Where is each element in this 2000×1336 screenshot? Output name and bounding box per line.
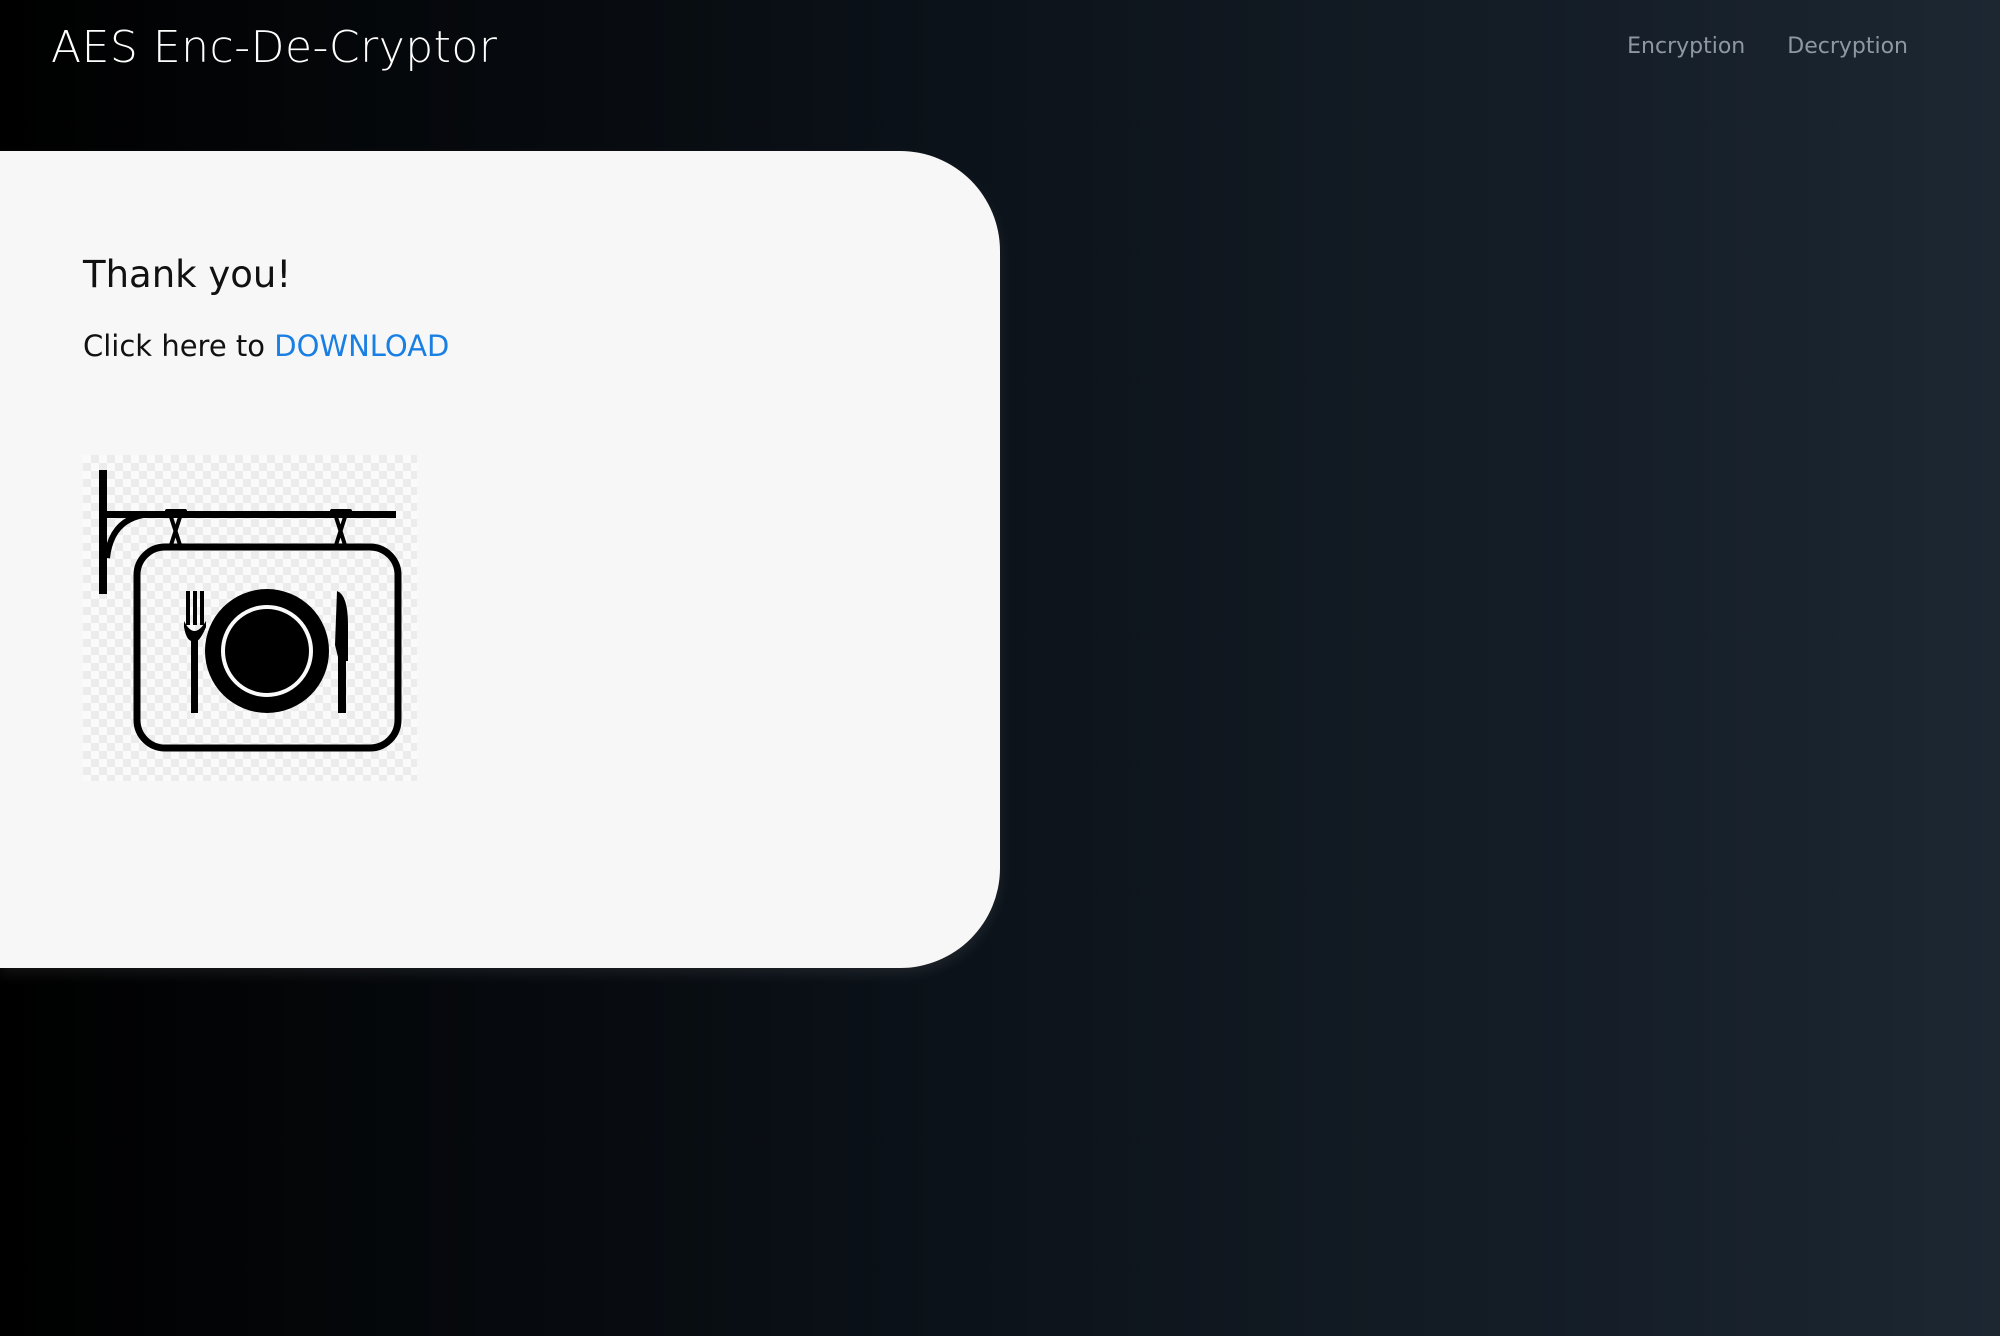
nav-menu: Encryption Decryption <box>1627 34 1908 59</box>
decrypted-image-preview <box>83 455 417 781</box>
download-prompt-text: Click here to <box>83 329 266 363</box>
nav-decryption-link[interactable]: Decryption <box>1787 34 1908 59</box>
download-link[interactable]: DOWNLOAD <box>274 329 449 363</box>
result-card: Thank you! Click here to DOWNLOAD <box>0 151 1000 968</box>
restaurant-sign-icon <box>99 470 402 752</box>
top-navbar: AES Enc-De-Cryptor Encryption Decryption <box>0 0 2000 120</box>
brand-title[interactable]: AES Enc-De-Cryptor <box>51 22 497 73</box>
nav-encryption-link[interactable]: Encryption <box>1627 34 1745 59</box>
download-prompt: Click here to DOWNLOAD <box>83 329 449 363</box>
thank-you-heading: Thank you! <box>83 253 292 296</box>
